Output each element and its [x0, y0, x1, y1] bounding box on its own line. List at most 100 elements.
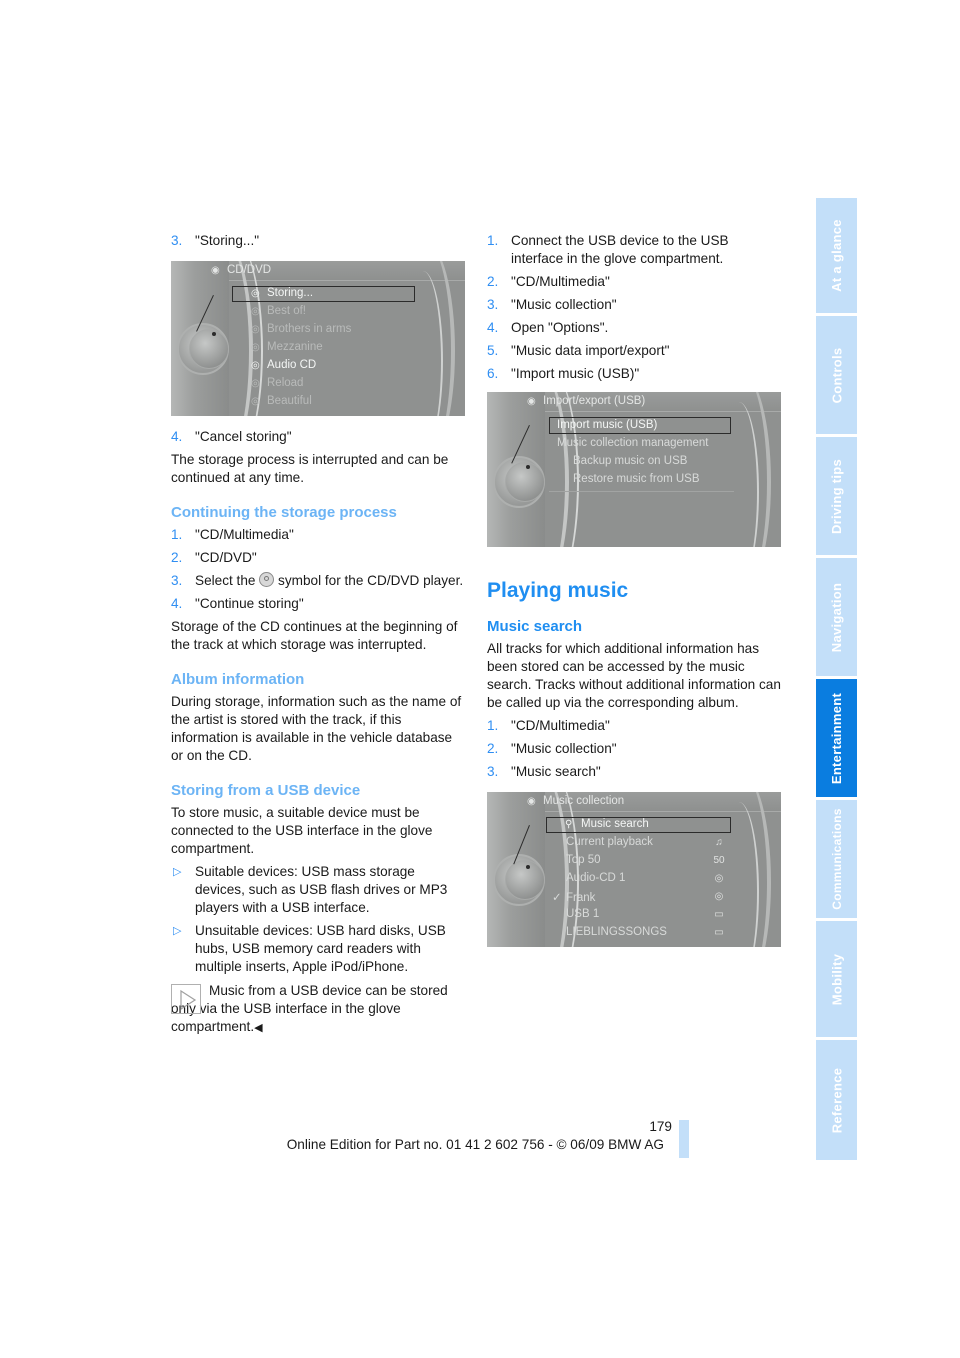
bullet-text: Suitable devices: USB mass storage devic…: [195, 864, 448, 915]
menu-item[interactable]: Top 50: [566, 854, 601, 866]
cd-icon: ◉: [211, 265, 220, 276]
cd-icon: ◎: [251, 324, 260, 335]
menu-item-label: Audio CD: [267, 359, 317, 371]
cd-icon: ◎: [714, 891, 724, 902]
menu-item[interactable]: ⚲ Music search: [565, 818, 649, 830]
side-tab-at-a-glance[interactable]: At a glance: [816, 198, 857, 313]
cd-icon: ◎: [251, 360, 260, 371]
menu-item-label: Backup music on USB: [573, 455, 688, 467]
menu-item-label: Music search: [581, 818, 649, 830]
step: 1. "CD/Multimedia": [487, 717, 783, 735]
menu-item-label: Frank: [566, 892, 596, 904]
usb-icon: ◉: [527, 396, 536, 407]
screen-title: ◉ Import/export (USB): [527, 395, 645, 407]
step-number: 1.: [487, 718, 499, 733]
screenshot-cd-dvd-menu: ◉ CD/DVD ◎ Storing... ◎ Best of! ◎ Brothers …: [171, 261, 465, 416]
step: 2. "CD/Multimedia": [487, 273, 783, 291]
step: 3. Select the symbol for the CD/DVD playe…: [171, 572, 467, 590]
album-paragraph: During storage, information such as the …: [171, 694, 462, 763]
separator: [549, 491, 734, 492]
side-tab-navigation[interactable]: Navigation: [816, 558, 857, 676]
side-tab-label: Mobility: [829, 953, 845, 1005]
step-number: 4.: [171, 429, 183, 444]
screen-title-text: Import/export (USB): [543, 395, 646, 407]
side-tab-label: Driving tips: [829, 458, 845, 534]
menu-item[interactable]: LIEBLINGSSONGS: [566, 926, 667, 938]
step-text: "Music search": [511, 764, 601, 779]
step-text: "Import music (USB)": [511, 366, 640, 381]
menu-item-label: Beautiful: [267, 395, 312, 407]
menu-item[interactable]: Restore music from USB: [573, 473, 700, 485]
menu-item-label: LIEBLINGSSONGS: [566, 926, 667, 938]
side-tab-reference[interactable]: Reference: [816, 1040, 857, 1160]
note-text-content: Music from a USB device can be stored on…: [171, 983, 448, 1034]
controller-knob: [189, 329, 229, 369]
menu-item-label: Best of!: [267, 305, 306, 317]
side-tab-driving-tips[interactable]: Driving tips: [816, 437, 857, 555]
side-tab-entertainment[interactable]: Entertainment: [816, 679, 857, 797]
step-text: Connect the USB device to the USB interf…: [511, 233, 729, 266]
page-number: 179: [649, 1119, 672, 1134]
menu-item[interactable]: ◎ Best of!: [251, 305, 306, 317]
right-steps: 1. Connect the USB device to the USB inte…: [487, 232, 783, 388]
side-tab-mobility[interactable]: Mobility: [816, 921, 857, 1037]
side-tab-label: Controls: [829, 347, 844, 403]
screen-title: ◉ CD/DVD: [211, 264, 271, 276]
menu-item-label: Import music (USB): [557, 419, 658, 431]
step: 3. "Music collection": [487, 296, 783, 314]
side-tab-communications[interactable]: Communications: [816, 800, 857, 918]
menu-item[interactable]: Backup music on USB: [573, 455, 687, 467]
step-text: Select the: [195, 573, 256, 588]
step-text: "Music data import/export": [511, 343, 670, 358]
step: 2. "CD/DVD": [171, 549, 467, 567]
step-number: 3.: [171, 233, 183, 248]
step-text: "CD/DVD": [195, 550, 257, 565]
menu-item-label: Brothers in arms: [267, 323, 352, 335]
menu-item[interactable]: ✓ Frank: [552, 890, 595, 904]
playing-music-section: Playing music Music search All tracks fo…: [487, 578, 783, 786]
menu-item[interactable]: Import music (USB): [557, 419, 657, 431]
note-text: Music from a USB device can be stored on…: [171, 982, 467, 1037]
menu-item[interactable]: ◎ Audio CD: [251, 359, 316, 371]
side-tab-label: Entertainment: [829, 692, 844, 784]
bullet-item: ▷ Suitable devices: USB mass storage devi…: [171, 863, 467, 917]
cd-storing-symbol-icon: [259, 572, 275, 587]
usb-paragraph: To store music, a suitable device must b…: [171, 805, 433, 856]
playlist-folder-icon: ▭: [714, 927, 724, 938]
menu-item-label: Restore music from USB: [573, 473, 700, 485]
menu-item[interactable]: ◎ Beautiful: [251, 395, 312, 407]
step-text: "CD/Multimedia": [195, 527, 294, 542]
bullet-triangle-icon: ▷: [173, 925, 182, 937]
menu-item-label: Mezzanine: [267, 341, 323, 353]
step-text: Open "Options".: [511, 320, 609, 335]
step-text: "Music collection": [511, 741, 617, 756]
menu-item-label: Reload: [267, 377, 304, 389]
heading-playing-music: Playing music: [487, 579, 629, 602]
menu-item[interactable]: ◎ Reload: [251, 377, 303, 389]
menu-item[interactable]: ◎ Storing...: [251, 287, 313, 299]
step-text: "Storing...": [195, 233, 260, 248]
cancel-paragraph: The storage process is interrupted and c…: [171, 452, 449, 485]
step-number: 4.: [171, 596, 183, 611]
screen-title-text: CD/DVD: [227, 264, 272, 276]
menu-item[interactable]: Current playback: [566, 836, 653, 848]
heading-music-search: Music search: [487, 618, 583, 635]
step-text: symbol for the CD/DVD player.: [278, 573, 464, 588]
leader-dot: [212, 332, 216, 336]
menu-item-label: Audio-CD 1: [566, 872, 626, 884]
step-number: 2.: [171, 550, 183, 565]
menu-item[interactable]: USB 1: [566, 908, 599, 920]
cd-icon: ◎: [714, 873, 724, 884]
step-number: 3.: [487, 297, 499, 312]
step-text: "Cancel storing": [195, 429, 292, 444]
leader-dot: [526, 465, 530, 469]
menu-item[interactable]: Audio-CD 1: [566, 872, 625, 884]
menu-item[interactable]: ◎ Mezzanine: [251, 341, 323, 353]
menu-item[interactable]: ◎ Brothers in arms: [251, 323, 351, 335]
menu-item-label: Current playback: [566, 836, 653, 848]
step-number: 2.: [487, 741, 499, 756]
menu-item[interactable]: Music collection management: [557, 437, 709, 449]
side-tab-controls[interactable]: Controls: [816, 316, 857, 434]
screenshot-music-collection-menu: ◉ Music collection ⚲ Music search Current …: [487, 792, 781, 947]
step: 6. "Import music (USB)": [487, 365, 783, 383]
